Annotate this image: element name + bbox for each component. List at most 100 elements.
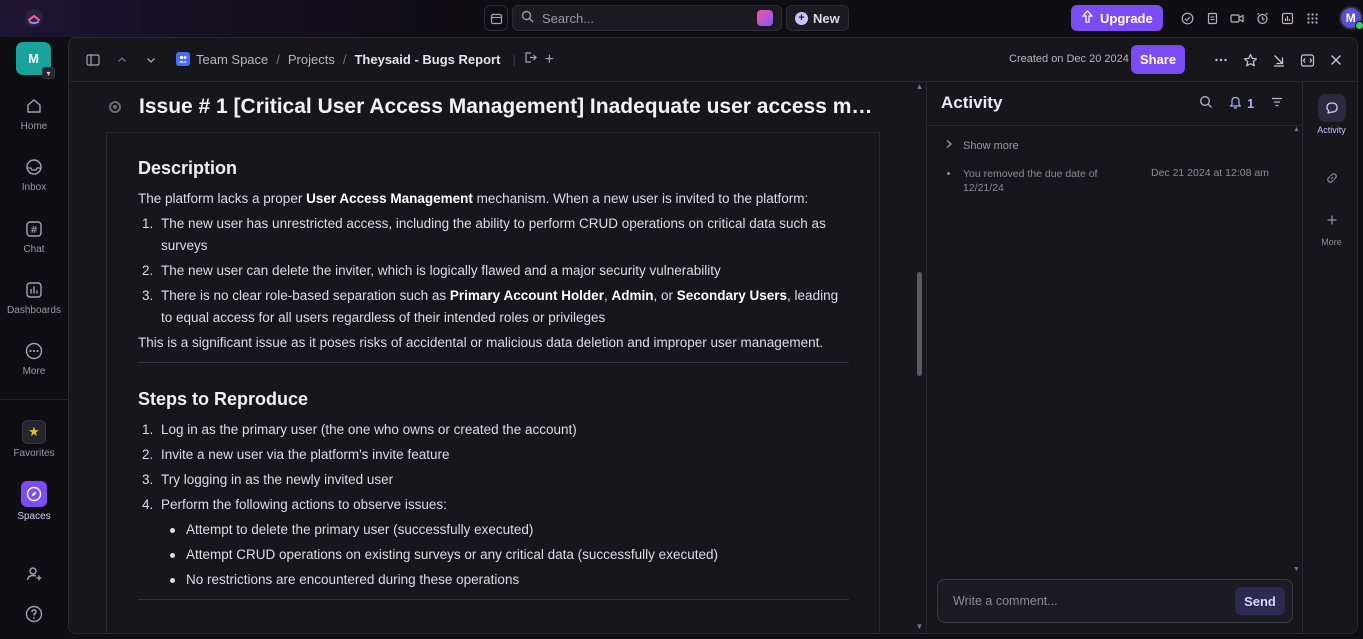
compass-icon — [21, 481, 47, 507]
sidebar-toggle-icon[interactable] — [83, 50, 103, 70]
divider: | — [512, 51, 516, 67]
bell-icon — [1229, 95, 1242, 112]
scroll-down-icon[interactable]: ▼ — [1293, 566, 1300, 573]
breadcrumb-team-space[interactable]: Team Space — [176, 52, 268, 67]
send-button[interactable]: Send — [1235, 587, 1285, 615]
divider — [138, 362, 849, 363]
scroll-up-icon[interactable]: ▲ — [915, 82, 924, 91]
status-icon[interactable] — [109, 101, 121, 113]
search-input[interactable]: Search... — [512, 5, 782, 31]
close-icon[interactable] — [1326, 50, 1346, 70]
comment-box[interactable]: Write a comment... Send — [937, 579, 1293, 623]
panel-header: Team Space / Projects / Theysaid - Bugs … — [69, 38, 1357, 82]
upgrade-icon — [1081, 10, 1094, 26]
bullet-dot — [947, 172, 950, 175]
activity-entry-time: Dec 21 2024 at 12:08 am — [1151, 167, 1269, 179]
rail-item-dashboards[interactable]: Dashboards — [0, 279, 68, 316]
ai-brain-icon[interactable] — [757, 10, 773, 26]
description-outro: This is a significant issue as it poses … — [138, 335, 824, 350]
invite-user-icon[interactable] — [0, 563, 68, 589]
team-icon — [176, 52, 190, 66]
description-heading: Description — [138, 158, 238, 178]
task-panel: Team Space / Projects / Theysaid - Bugs … — [68, 37, 1358, 634]
scroll-up-icon[interactable]: ▲ — [1293, 126, 1300, 133]
breadcrumb-list[interactable]: Theysaid - Bugs Report — [354, 52, 500, 67]
plus-circle-icon: + — [795, 11, 808, 25]
list-item: 1. The new user has unrestricted access, … — [142, 216, 826, 253]
rail-label: Inbox — [21, 182, 47, 193]
list-item: 3. There is no clear role-based separatio… — [142, 288, 839, 325]
search-icon — [521, 10, 534, 26]
left-rail: M ▾ Home Inbox # Chat Dashboards More ★ … — [0, 37, 68, 639]
check-circle-icon[interactable] — [1175, 5, 1200, 31]
notepad-icon[interactable] — [1200, 5, 1225, 31]
video-icon[interactable] — [1225, 5, 1250, 31]
plus-icon — [1318, 206, 1346, 234]
task-title[interactable]: Issue # 1 [Critical User Access Manageme… — [139, 95, 879, 119]
activity-entry-text: You removed the due date of 12/21/24 — [963, 168, 1098, 194]
chevron-down-icon[interactable]: ▾ — [42, 67, 55, 79]
description-list: 1. The new user has unrestricted access, … — [138, 213, 849, 329]
list-item: 2. The new user can delete the inviter, w… — [142, 263, 721, 278]
description-intro: The platform lacks a proper User Access … — [138, 191, 809, 206]
app-logo-icon[interactable] — [24, 8, 44, 28]
rail-divider — [0, 399, 68, 400]
user-avatar[interactable]: M — [1338, 6, 1363, 30]
alarm-clock-icon[interactable] — [1250, 5, 1275, 31]
minimize-icon[interactable] — [1269, 50, 1289, 70]
star-icon: ★ — [22, 420, 46, 444]
calendar-icon[interactable] — [484, 5, 508, 31]
side-tabs: Activity More — [1302, 82, 1357, 633]
chevron-up-icon[interactable] — [112, 50, 132, 70]
share-button[interactable]: Share — [1131, 45, 1185, 74]
rail-label: Dashboards — [7, 305, 61, 316]
breadcrumb-projects[interactable]: Projects — [288, 52, 335, 67]
star-outline-icon[interactable] — [1240, 50, 1260, 70]
activity-header: Activity 1 — [927, 82, 1303, 126]
scroll-down-icon[interactable]: ▼ — [915, 622, 924, 631]
add-icon[interactable]: + — [545, 51, 554, 67]
list-item: 3. Try logging in as the newly invited us… — [142, 472, 394, 487]
tab-activity[interactable]: Activity — [1303, 94, 1357, 135]
task-description[interactable]: Description The platform lacks a proper … — [106, 132, 880, 633]
rail-item-home[interactable]: Home — [0, 95, 68, 132]
notifications-button[interactable]: 1 — [1229, 95, 1254, 112]
move-task-icon[interactable] — [524, 51, 537, 67]
rail-item-spaces[interactable]: Spaces — [0, 481, 68, 522]
created-date: Created on Dec 20 2024 — [1009, 53, 1129, 65]
upgrade-label: Upgrade — [1100, 10, 1153, 26]
dashboards-icon — [23, 279, 45, 301]
comment-input[interactable]: Write a comment... — [953, 594, 1058, 608]
new-button[interactable]: + New — [786, 5, 849, 31]
document-scrollbar[interactable] — [917, 272, 922, 376]
apps-grid-icon[interactable] — [1300, 5, 1325, 31]
rail-label: More — [22, 366, 46, 377]
help-icon[interactable] — [0, 603, 68, 629]
rail-label: Chat — [23, 244, 45, 255]
show-more-button[interactable]: Show more — [945, 139, 1019, 152]
document-area: Issue # 1 [Critical User Access Manageme… — [69, 82, 926, 633]
rail-item-more[interactable]: More — [0, 340, 68, 377]
more-options-icon[interactable] — [1211, 50, 1231, 70]
home-icon — [23, 95, 45, 117]
tab-more[interactable]: More — [1303, 206, 1357, 247]
expand-panel-icon[interactable] — [1297, 50, 1317, 70]
steps-list: 1. Log in as the primary user (the one wh… — [138, 419, 849, 516]
rail-item-chat[interactable]: # Chat — [0, 218, 68, 255]
upgrade-button[interactable]: Upgrade — [1071, 5, 1163, 31]
dashboard-chart-icon[interactable] — [1275, 5, 1300, 31]
filter-icon[interactable] — [1270, 95, 1284, 112]
link-icon — [1318, 164, 1346, 192]
search-icon[interactable] — [1199, 95, 1213, 112]
list-item: 4. Perform the following actions to obser… — [142, 497, 447, 512]
rail-item-inbox[interactable]: Inbox — [0, 156, 68, 193]
rail-label: Spaces — [17, 511, 51, 522]
tab-links[interactable] — [1303, 164, 1357, 195]
activity-title: Activity — [941, 93, 1003, 112]
list-item: 1. Log in as the primary user (the one wh… — [142, 422, 577, 437]
chevron-down-icon[interactable] — [141, 50, 161, 70]
notification-count: 1 — [1247, 96, 1255, 111]
breadcrumb-separator: / — [276, 51, 280, 67]
breadcrumb: Team Space / Projects / Theysaid - Bugs … — [176, 51, 554, 67]
rail-item-favorites[interactable]: ★ Favorites — [0, 420, 68, 459]
